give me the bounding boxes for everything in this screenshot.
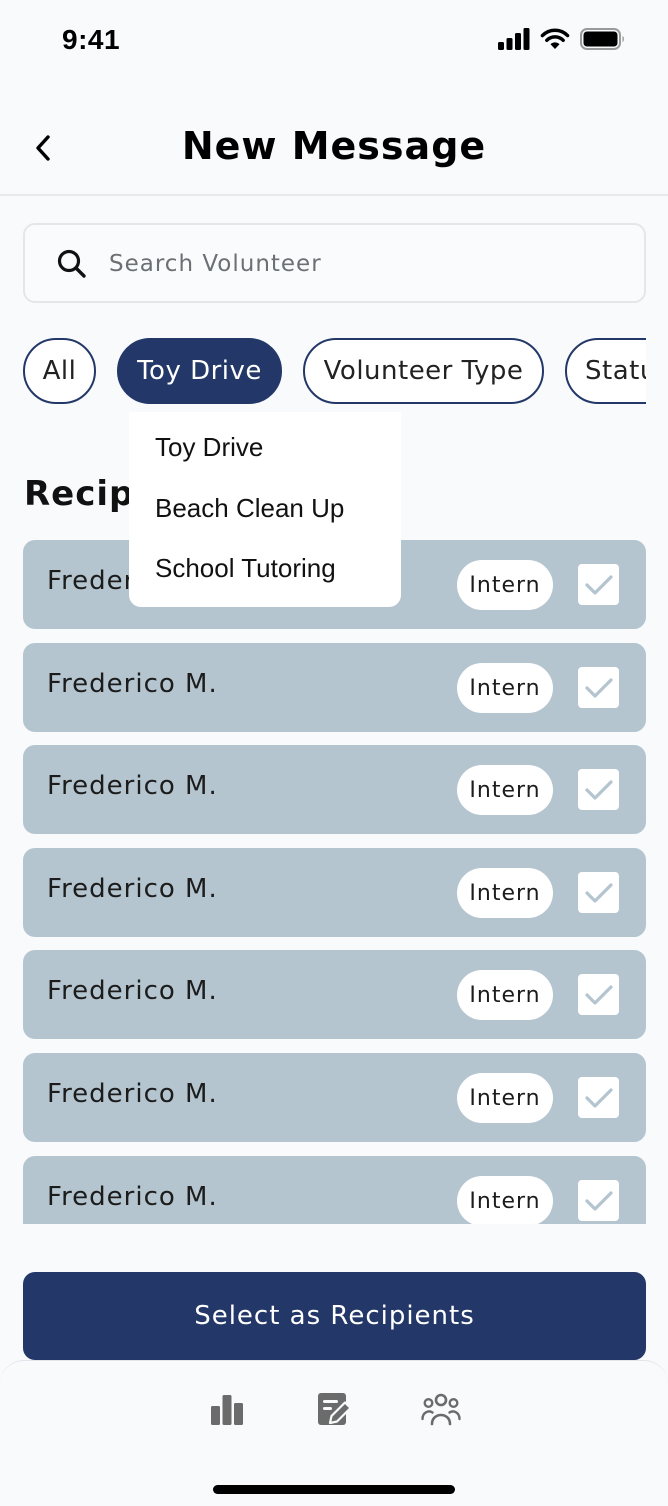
recipient-name: Frederico M. — [47, 771, 218, 801]
recipient-checkbox[interactable] — [578, 769, 619, 810]
recipient-name: Frederico M. — [47, 976, 218, 1006]
recipient-checkbox[interactable] — [578, 564, 619, 605]
recipient-checkbox[interactable] — [578, 667, 619, 708]
edit-note-icon — [318, 1393, 352, 1425]
home-indicator — [213, 1485, 455, 1494]
chip-volunteer-type[interactable]: Volunteer Type — [303, 338, 544, 404]
event-dropdown-menu: Toy Drive Beach Clean Up School Tutoring — [129, 412, 401, 607]
signal-icon — [498, 28, 530, 50]
chip-status[interactable]: Status — [565, 338, 646, 404]
status-bar: 9:41 — [0, 0, 668, 84]
header: New Message — [0, 100, 668, 196]
role-badge: Intern — [457, 663, 553, 713]
status-time: 9:41 — [62, 24, 121, 55]
search-input[interactable] — [109, 245, 609, 283]
people-icon — [421, 1393, 461, 1426]
role-badge: Intern — [457, 868, 553, 918]
select-recipients-button[interactable]: Select as Recipients — [23, 1272, 646, 1360]
page-title: New Message — [181, 124, 487, 168]
role-badge: Intern — [457, 1073, 553, 1123]
checkmark-icon — [584, 1087, 613, 1108]
recipient-list[interactable]: Frederico M. Intern Frederico M. Intern … — [23, 540, 646, 1224]
status-icons — [498, 28, 626, 50]
dropdown-item-school-tutoring[interactable]: School Tutoring — [155, 553, 336, 584]
checkmark-icon — [584, 1190, 613, 1211]
dropdown-item-toy-drive[interactable]: Toy Drive — [155, 432, 263, 463]
checkmark-icon — [584, 984, 613, 1005]
tab-stats[interactable] — [203, 1385, 251, 1433]
recipient-name: Frederico M. — [47, 1182, 218, 1212]
chip-all[interactable]: All — [23, 338, 96, 404]
recipient-checkbox[interactable] — [578, 872, 619, 913]
search-icon — [57, 249, 86, 278]
recipient-name: Frederico M. — [47, 1079, 218, 1109]
recipient-row[interactable]: Frederico M. Intern — [23, 1053, 646, 1142]
tab-bar — [0, 1360, 668, 1506]
battery-icon — [580, 28, 624, 50]
role-badge: Intern — [457, 1176, 553, 1224]
role-badge: Intern — [457, 765, 553, 815]
recipient-checkbox[interactable] — [578, 1077, 619, 1118]
checkmark-icon — [584, 677, 613, 698]
role-badge: Intern — [457, 560, 553, 610]
role-badge: Intern — [457, 970, 553, 1020]
recipient-name: Frederico M. — [47, 669, 218, 699]
recipient-row[interactable]: Frederico M. Intern — [23, 643, 646, 732]
chart-icon — [211, 1395, 243, 1425]
recipient-row[interactable]: Frederico M. Intern — [23, 848, 646, 937]
checkmark-icon — [584, 882, 613, 903]
recipient-name: Frederico M. — [47, 874, 218, 904]
dropdown-item-beach-clean-up[interactable]: Beach Clean Up — [155, 493, 344, 524]
recipient-row[interactable]: Frederico M. Intern — [23, 745, 646, 834]
recipient-checkbox[interactable] — [578, 1180, 619, 1221]
recipient-row[interactable]: Frederico M. Intern — [23, 1156, 646, 1224]
tab-volunteers[interactable] — [417, 1385, 465, 1433]
recipient-checkbox[interactable] — [578, 974, 619, 1015]
wifi-icon — [540, 28, 570, 49]
checkmark-icon — [584, 574, 613, 595]
search-box[interactable] — [23, 223, 646, 303]
tab-compose[interactable] — [310, 1385, 358, 1433]
filter-chips: All Toy Drive Volunteer Type Status — [23, 338, 646, 406]
checkmark-icon — [584, 779, 613, 800]
recipient-row[interactable]: Frederico M. Intern — [23, 950, 646, 1039]
chip-toy-drive[interactable]: Toy Drive — [117, 338, 282, 404]
